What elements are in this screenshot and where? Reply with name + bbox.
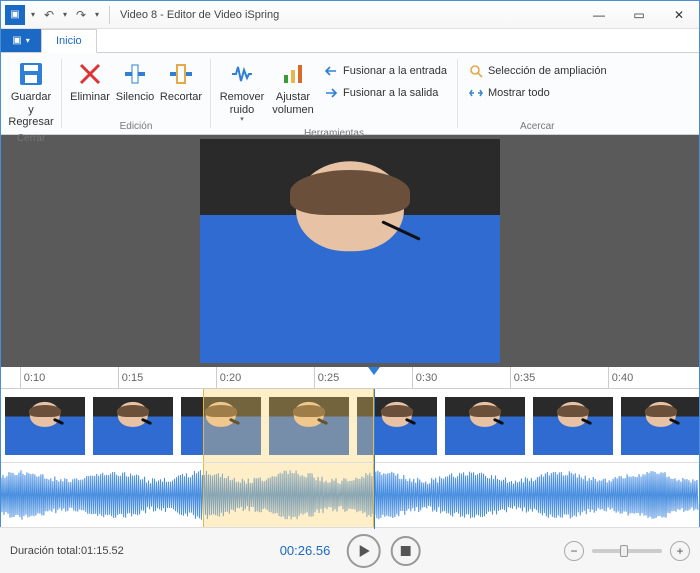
ribbon-group-tools: Remover ruido ▾ Ajustar volumen Fusionar… — [211, 53, 457, 134]
silence-icon — [120, 59, 150, 89]
show-all-button[interactable]: Mostrar todo — [464, 83, 611, 103]
save-icon — [16, 59, 46, 89]
ruler-tick: 0:10 — [20, 367, 45, 388]
maximize-button[interactable]: ▭ — [619, 1, 659, 29]
zoom-slider[interactable] — [592, 549, 662, 553]
app-menu-button[interactable]: ▣ — [5, 5, 25, 25]
group-tools-caption: Herramientas — [304, 126, 364, 139]
current-timecode: 00:26.56 — [280, 543, 331, 558]
window-title: Video 8 - Editor de Video iSpring — [120, 9, 279, 21]
ruler-tick: 0:15 — [118, 367, 143, 388]
group-zoom-caption: Acercar — [520, 119, 554, 132]
title-bar: ▣ ▾ ↶ ▾ ↷ ▾ Video 8 - Editor de Video iS… — [1, 1, 699, 29]
video-preview-area — [1, 135, 699, 367]
group-close-caption: Cerrar — [17, 131, 45, 144]
remove-noise-icon — [227, 59, 257, 89]
video-track[interactable] — [1, 389, 699, 463]
timeline-tracks — [1, 389, 699, 527]
ruler-tick: 0:30 — [412, 367, 437, 388]
redo-dropdown[interactable]: ▾ — [93, 10, 101, 19]
remove-noise-button[interactable]: Remover ruido ▾ — [217, 57, 267, 126]
ribbon-tabstrip: ▣ ▾ Inicio — [1, 29, 699, 53]
magnifier-icon — [468, 63, 484, 79]
volume-icon — [278, 59, 308, 89]
quick-access-toolbar: ▣ ▾ ↶ ▾ ↷ ▾ — [1, 5, 114, 25]
ruler-tick: 0:35 — [510, 367, 535, 388]
merge-in-icon — [323, 63, 339, 79]
playback-controls-bar: Duración total:01:15.52 00:26.56 − + — [0, 527, 700, 573]
zoom-in-button[interactable]: + — [670, 541, 690, 561]
ribbon-group-edit: Eliminar Silencio Recortar Edición — [62, 53, 210, 134]
fit-icon — [468, 85, 484, 101]
timeline-selection-audio[interactable] — [203, 463, 374, 527]
ruler-tick: 0:40 — [608, 367, 633, 388]
timeline-thumbnail[interactable] — [5, 397, 85, 455]
delete-button[interactable]: Eliminar — [68, 57, 112, 106]
group-edit-caption: Edición — [120, 119, 153, 132]
undo-dropdown[interactable]: ▾ — [61, 10, 69, 19]
minimize-button[interactable]: — — [579, 1, 619, 29]
stop-button[interactable] — [390, 536, 420, 566]
ruler-tick: 0:20 — [216, 367, 241, 388]
playhead-marker[interactable] — [368, 367, 380, 375]
zoom-selection-button[interactable]: Selección de ampliación — [464, 61, 611, 81]
tab-home[interactable]: Inicio — [41, 29, 97, 53]
close-window-button[interactable]: ✕ — [659, 1, 699, 29]
undo-button[interactable]: ↶ — [41, 7, 57, 23]
playhead-line[interactable] — [374, 389, 375, 529]
timeline-thumbnail[interactable] — [533, 397, 613, 455]
zoom-out-button[interactable]: − — [564, 541, 584, 561]
file-tab[interactable]: ▣ ▾ — [1, 29, 41, 52]
crop-icon — [166, 59, 196, 89]
timeline-thumbnail[interactable] — [93, 397, 173, 455]
play-button[interactable] — [346, 534, 380, 568]
save-and-return-button[interactable]: Guardar y Regresar — [7, 57, 55, 131]
video-preview[interactable] — [200, 139, 500, 363]
timeline-thumbnail[interactable] — [621, 397, 699, 455]
timeline-ruler[interactable]: 0:10 0:15 0:20 0:25 0:30 0:35 0:40 — [1, 367, 699, 389]
merge-out-icon — [323, 85, 339, 101]
adjust-volume-button[interactable]: Ajustar volumen — [269, 57, 317, 118]
zoom-slider-knob[interactable] — [620, 545, 628, 557]
redo-button[interactable]: ↷ — [73, 7, 89, 23]
ribbon-group-zoom: Selección de ampliación Mostrar todo Ace… — [458, 53, 617, 134]
delete-icon — [75, 59, 105, 89]
ribbon-group-close: Guardar y Regresar Cerrar — [1, 53, 61, 134]
crop-button[interactable]: Recortar — [158, 57, 204, 106]
timeline-selection[interactable] — [203, 389, 374, 462]
ruler-tick: 0:25 — [314, 367, 339, 388]
audio-track[interactable] — [1, 463, 699, 527]
merge-in-button[interactable]: Fusionar a la entrada — [319, 61, 451, 81]
merge-out-button[interactable]: Fusionar a la salida — [319, 83, 451, 103]
silence-button[interactable]: Silencio — [114, 57, 156, 106]
total-duration-label: Duración total:01:15.52 — [10, 545, 124, 557]
timeline-thumbnail[interactable] — [445, 397, 525, 455]
quick-access-dropdown[interactable]: ▾ — [29, 10, 37, 19]
ribbon: Guardar y Regresar Cerrar Eliminar Silen… — [1, 53, 699, 135]
